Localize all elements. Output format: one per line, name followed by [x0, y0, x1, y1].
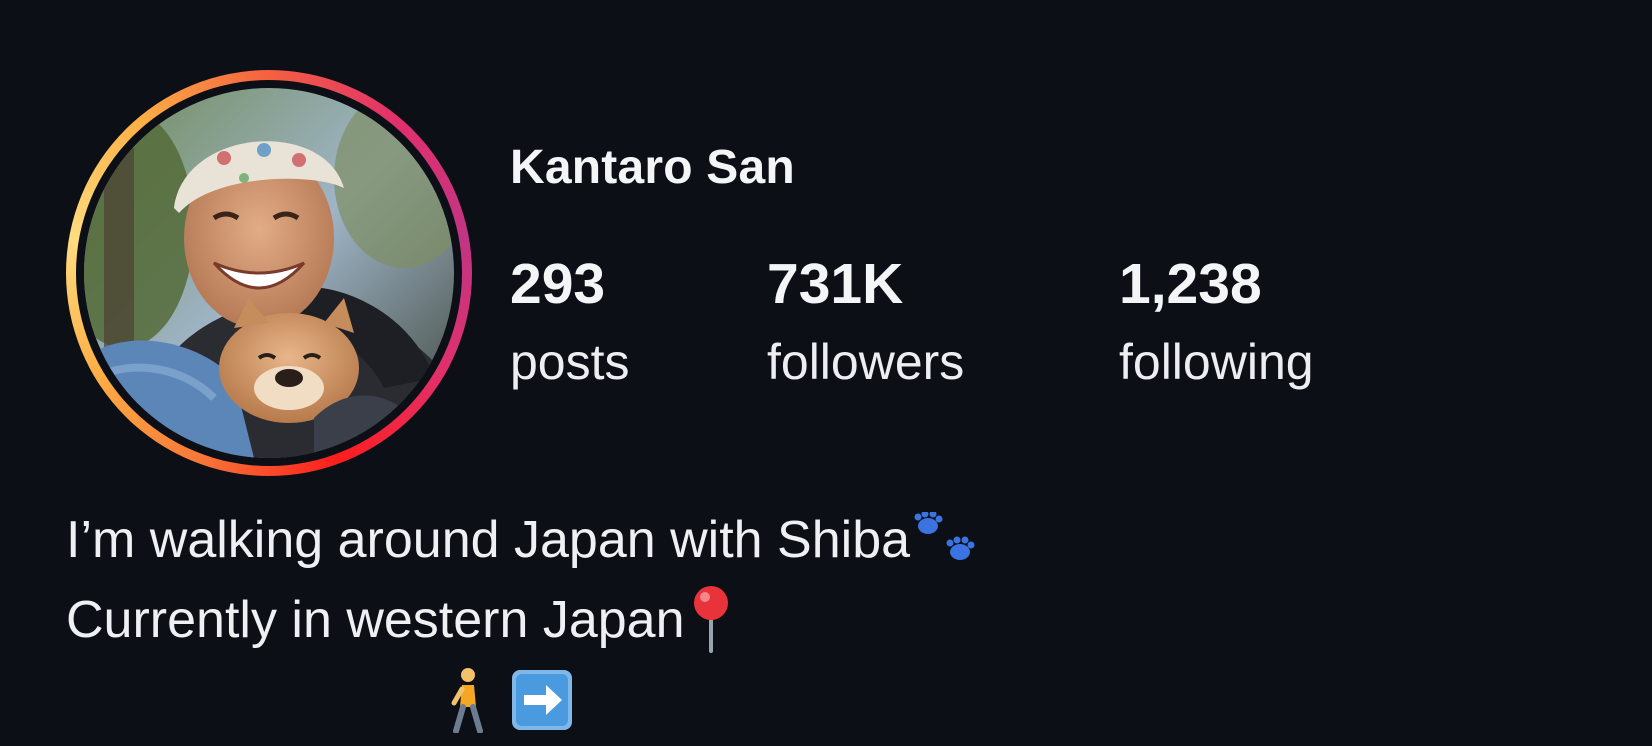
posts-count: 293 [510, 252, 606, 316]
posts-stat[interactable]: 293 posts [510, 252, 767, 394]
profile-display-name: Kantaro San [510, 141, 795, 194]
avatar-photo [84, 88, 454, 458]
bio-line-1: I’m walking around Japan with Shiba [66, 500, 980, 580]
followers-label: followers [767, 334, 965, 390]
profile-header: Kantaro San 293 posts 731K followers 1,2… [0, 0, 1652, 746]
followers-stat[interactable]: 731K followers [767, 252, 1119, 394]
profile-bio: I’m walking around Japan with Shiba Curr… [66, 500, 980, 740]
following-label: following [1119, 334, 1314, 390]
posts-label: posts [510, 334, 630, 390]
story-ring[interactable] [66, 70, 472, 476]
bio-line-2: Currently in western Japan [66, 580, 980, 660]
avatar[interactable] [84, 88, 454, 458]
round-pushpin-icon [689, 585, 733, 655]
profile-stats: 293 posts 731K followers 1,238 following [510, 252, 1379, 394]
bio-line-1-text: I’m walking around Japan with Shiba [66, 511, 911, 569]
bio-line-2-text: Currently in western Japan [66, 591, 685, 649]
bio-line-3 [66, 660, 980, 740]
following-count: 1,238 [1119, 252, 1262, 316]
person-walking-icon [448, 667, 488, 733]
paw-prints-icon [914, 512, 980, 568]
avatar-gap [76, 80, 462, 466]
followers-count: 731K [767, 252, 904, 316]
following-stat[interactable]: 1,238 following [1119, 252, 1379, 394]
right-arrow-icon [510, 668, 574, 732]
